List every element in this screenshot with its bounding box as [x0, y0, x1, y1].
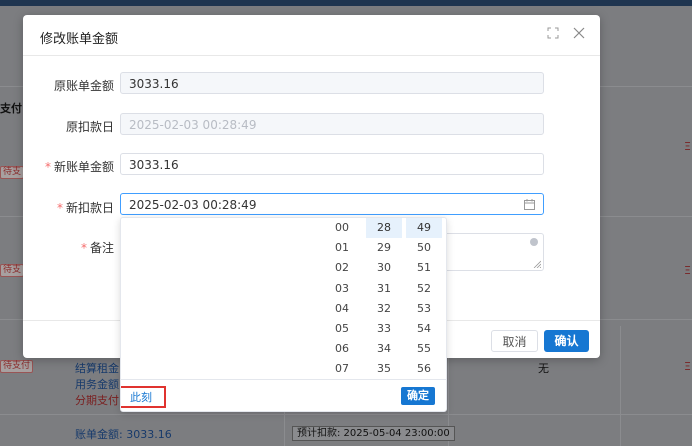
minute-option[interactable]: 28 [366, 218, 402, 239]
new-deduction-date-label: * 新扣款日 [56, 201, 114, 215]
remark-label: * 备注 [80, 241, 114, 255]
table-divider [0, 414, 692, 415]
hour-option[interactable]: 02 [324, 258, 360, 278]
original-amount-label: 原账单金额 [53, 79, 114, 93]
table-divider [620, 326, 621, 446]
original-deduction-date-field: 2025-02-03 00:28:49 [120, 113, 544, 135]
status-badge: 待支 [0, 166, 25, 179]
required-mark: * [56, 201, 63, 215]
hour-option[interactable]: 05 [324, 319, 360, 339]
dialog-title: 修改账单金额 [40, 32, 119, 47]
picker-footer-divider [121, 379, 446, 380]
confirm-button[interactable]: 确认 [544, 330, 589, 352]
new-amount-label: * 新账单金额 [44, 160, 114, 174]
second-option[interactable]: 55 [406, 339, 442, 359]
installment-pay: 分期支付 [75, 394, 119, 407]
new-deduction-date-value: 2025-02-03 00:28:49 [129, 198, 257, 212]
hour-option[interactable]: 01 [324, 238, 360, 258]
second-option[interactable]: 51 [406, 258, 442, 278]
minute-column[interactable]: 28 29 30 31 32 33 34 35 [366, 218, 402, 378]
status-badge: 待支付 [0, 360, 34, 373]
remark-textarea[interactable] [443, 233, 544, 271]
hour-option[interactable]: 06 [324, 339, 360, 359]
minute-option[interactable]: 34 [366, 339, 402, 359]
row-mark: Ξ [684, 264, 691, 277]
required-mark: * [80, 241, 87, 255]
calendar-icon[interactable] [524, 199, 535, 210]
second-column[interactable]: 49 50 51 52 53 54 55 56 [406, 218, 442, 378]
hour-column[interactable]: 00 01 02 03 04 05 06 07 [324, 218, 360, 378]
second-option[interactable]: 56 [406, 359, 442, 378]
now-label: 此刻 [130, 391, 152, 404]
hour-option[interactable]: 00 [324, 218, 360, 238]
resize-handle-icon[interactable] [533, 260, 541, 268]
status-badge: 待支 [0, 264, 25, 277]
new-deduction-date-input[interactable]: 2025-02-03 00:28:49 [120, 193, 544, 215]
settlement-rent: 结算租金: [75, 362, 123, 375]
minute-option[interactable]: 30 [366, 258, 402, 278]
close-icon[interactable] [573, 27, 585, 39]
original-amount-field: 3033.16 [120, 72, 544, 94]
pay-column-header: 支付 [0, 102, 22, 115]
hour-option[interactable]: 07 [324, 359, 360, 378]
minute-option[interactable]: 31 [366, 279, 402, 299]
hour-option[interactable]: 04 [324, 299, 360, 319]
row-mark: Ξ [684, 360, 691, 373]
second-option[interactable]: 49 [406, 218, 442, 239]
required-mark: * [44, 160, 51, 174]
picker-confirm-button[interactable]: 确定 [401, 387, 435, 405]
cancel-button[interactable]: 取消 [491, 330, 538, 352]
second-option[interactable]: 50 [406, 238, 442, 258]
minute-option[interactable]: 29 [366, 238, 402, 258]
second-option[interactable]: 52 [406, 279, 442, 299]
clear-icon[interactable] [530, 238, 538, 246]
service-fee: 用务金额: [75, 378, 123, 391]
new-amount-input[interactable]: 3033.16 [120, 153, 544, 175]
now-button[interactable]: 此刻 [121, 386, 166, 408]
fullscreen-icon[interactable] [547, 27, 559, 39]
second-option[interactable]: 53 [406, 299, 442, 319]
row-mark: Ξ [684, 140, 691, 153]
hour-option[interactable]: 03 [324, 279, 360, 299]
original-deduction-date-label: 原扣款日 [65, 120, 114, 134]
minute-option[interactable]: 33 [366, 319, 402, 339]
datetime-picker-popup: 00 01 02 03 04 05 06 07 28 29 30 31 32 33 34 35 49 50 51… [120, 217, 447, 412]
second-option[interactable]: 54 [406, 319, 442, 339]
minute-option[interactable]: 35 [366, 359, 402, 378]
minute-option[interactable]: 32 [366, 299, 402, 319]
expected-deduction-tag: 预计扣款: 2025-05-04 23:00:00 [292, 426, 455, 441]
none-text: 无 [538, 362, 549, 375]
header-divider [23, 55, 600, 56]
